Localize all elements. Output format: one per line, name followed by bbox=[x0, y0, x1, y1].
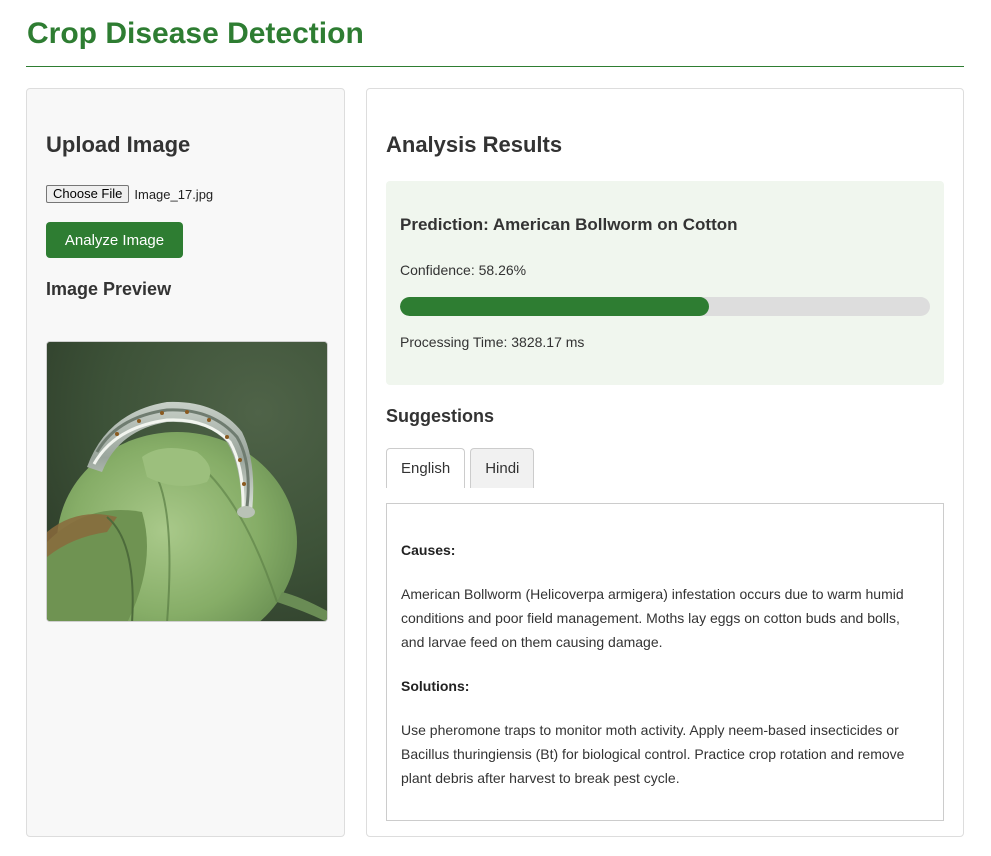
solutions-label: Solutions: bbox=[401, 678, 470, 694]
page-title: Crop Disease Detection bbox=[27, 17, 364, 50]
prediction-label: Prediction: American Bollworm on Cotton bbox=[400, 215, 738, 234]
choose-file-button[interactable]: Choose File bbox=[46, 185, 130, 203]
analysis-results-heading: Analysis Results bbox=[386, 132, 563, 157]
confidence-text: Confidence: 58.26% bbox=[400, 262, 527, 278]
image-preview bbox=[46, 341, 328, 622]
file-input[interactable]: Choose File Image_17.jpg bbox=[46, 185, 213, 203]
suggestions-content: Causes: American Bollworm (Helicoverpa a… bbox=[386, 503, 944, 821]
results-panel: Analysis Results Prediction: American Bo… bbox=[366, 88, 964, 837]
prediction-result-box: Prediction: American Bollworm on Cotton … bbox=[386, 181, 944, 385]
causes-text: American Bollworm (Helicoverpa armigera)… bbox=[401, 586, 904, 650]
analyze-image-button[interactable]: Analyze Image bbox=[46, 222, 183, 258]
caterpillar-on-cotton-image bbox=[47, 342, 327, 621]
tab-hindi[interactable]: Hindi bbox=[470, 448, 535, 488]
causes-label: Causes: bbox=[401, 542, 456, 558]
solutions-text: Use pheromone traps to monitor moth acti… bbox=[401, 722, 905, 786]
upload-panel: Upload Image Choose File Image_17.jpg An… bbox=[26, 88, 345, 837]
selected-file-name: Image_17.jpg bbox=[134, 186, 214, 202]
processing-time-text: Processing Time: 3828.17 ms bbox=[400, 334, 585, 350]
image-preview-heading: Image Preview bbox=[46, 279, 172, 299]
tab-english[interactable]: English bbox=[386, 448, 466, 488]
confidence-bar bbox=[400, 297, 930, 316]
upload-heading: Upload Image bbox=[46, 132, 191, 157]
title-divider bbox=[26, 66, 964, 67]
suggestions-heading: Suggestions bbox=[386, 406, 495, 426]
language-tabs: English Hindi bbox=[386, 448, 539, 488]
confidence-bar-fill bbox=[400, 297, 709, 316]
